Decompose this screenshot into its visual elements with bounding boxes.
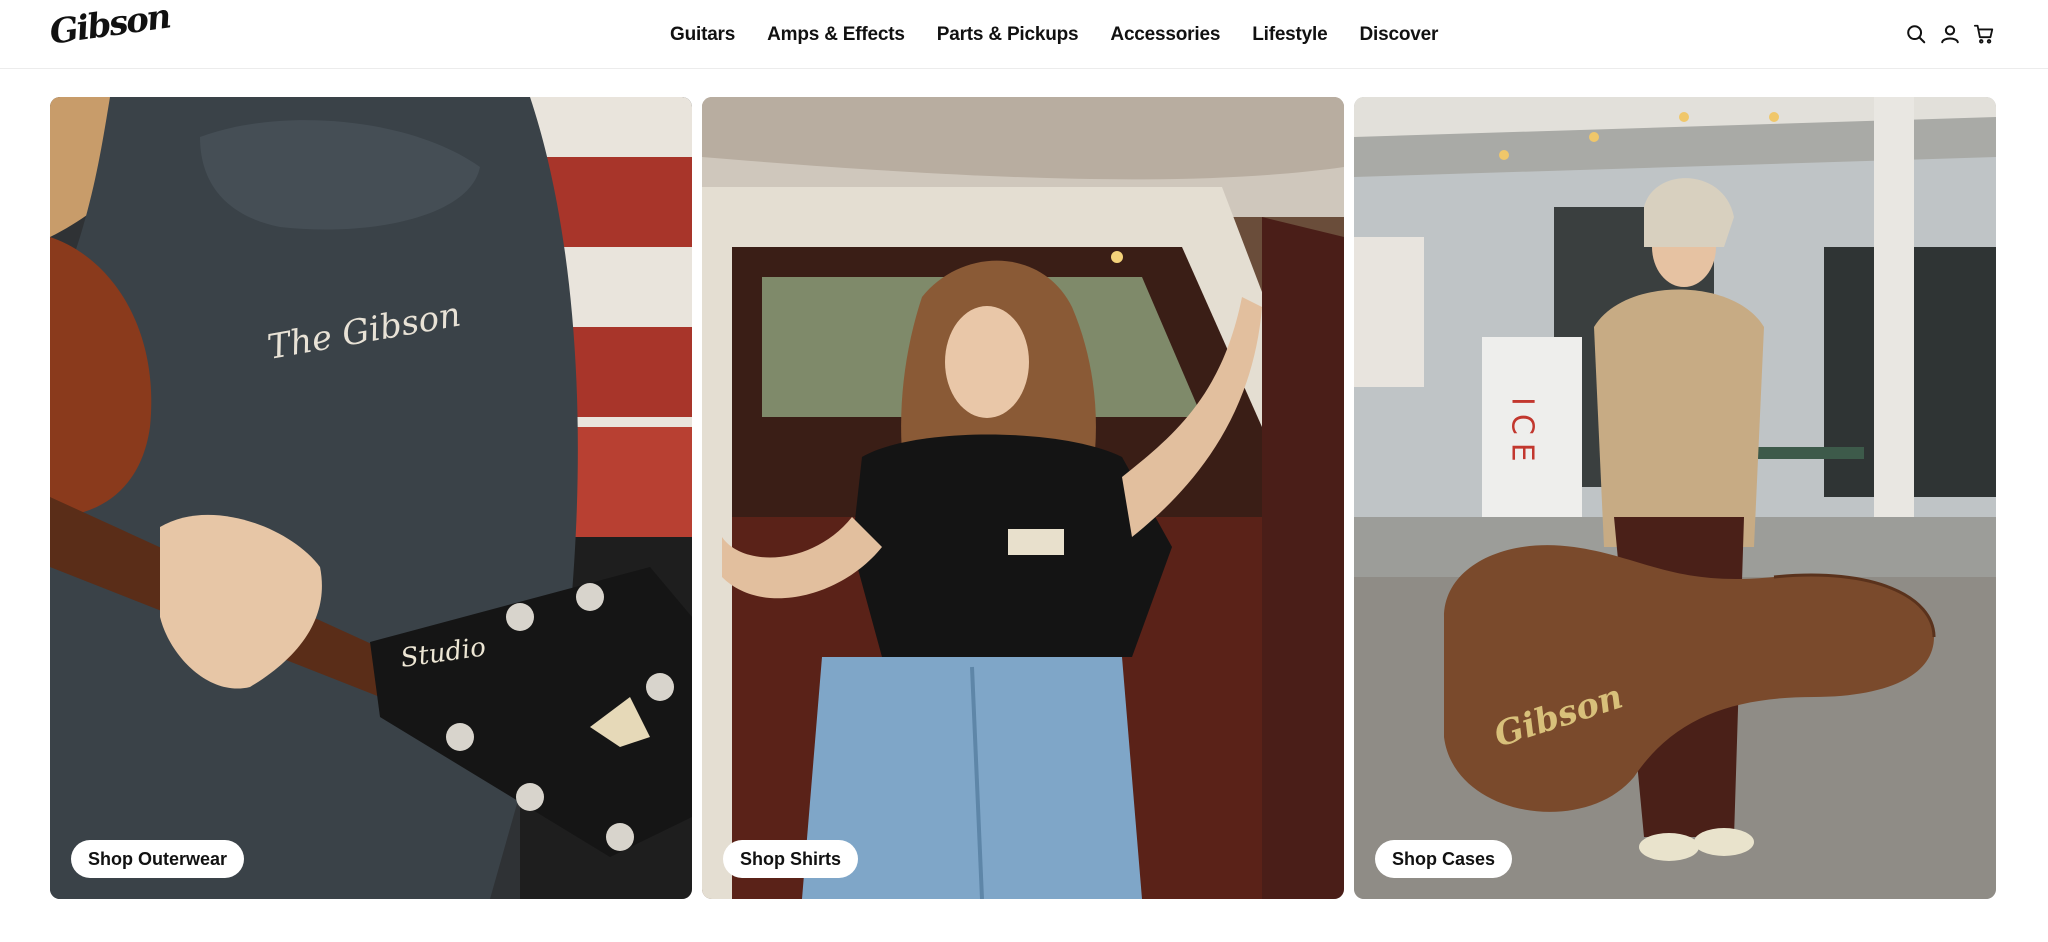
- nav-item-lifestyle[interactable]: Lifestyle: [1252, 24, 1327, 46]
- nav-item-guitars[interactable]: Guitars: [670, 24, 735, 46]
- nav-item-parts-pickups[interactable]: Parts & Pickups: [937, 24, 1079, 46]
- header-icons: [1904, 21, 1996, 47]
- shop-outerwear-button[interactable]: Shop Outerwear: [71, 840, 245, 878]
- nav-item-amps-effects[interactable]: Amps & Effects: [767, 24, 905, 46]
- shirts-photo: [702, 97, 1344, 899]
- site-header: Gibson Guitars Amps & Effects Parts & Pi…: [0, 0, 2048, 69]
- outerwear-photo: The Gibson Studio: [50, 97, 692, 899]
- cases-photo: ICE Gibson: [1354, 97, 1996, 899]
- shop-shirts-button[interactable]: Shop Shirts: [723, 840, 859, 878]
- gibson-logo[interactable]: Gibson: [47, 0, 172, 55]
- account-icon[interactable]: [1938, 22, 1962, 46]
- ice-sign-text: ICE: [1505, 397, 1540, 470]
- cart-icon[interactable]: [1972, 22, 1996, 46]
- search-icon[interactable]: [1904, 22, 1928, 46]
- nav-item-discover[interactable]: Discover: [1360, 24, 1439, 46]
- card-shirts[interactable]: Shop Shirts: [702, 97, 1344, 899]
- card-outerwear[interactable]: The Gibson Studio Shop Outerwear: [50, 97, 692, 899]
- card-cases[interactable]: ICE Gibson Shop Cases: [1354, 97, 1996, 899]
- main-nav: Guitars Amps & Effects Parts & Pickups A…: [670, 0, 1438, 69]
- nav-item-accessories[interactable]: Accessories: [1110, 24, 1220, 46]
- shop-cases-button[interactable]: Shop Cases: [1375, 840, 1513, 878]
- lifestyle-cards: The Gibson Studio Shop Outerwear Shop Sh…: [50, 97, 1997, 899]
